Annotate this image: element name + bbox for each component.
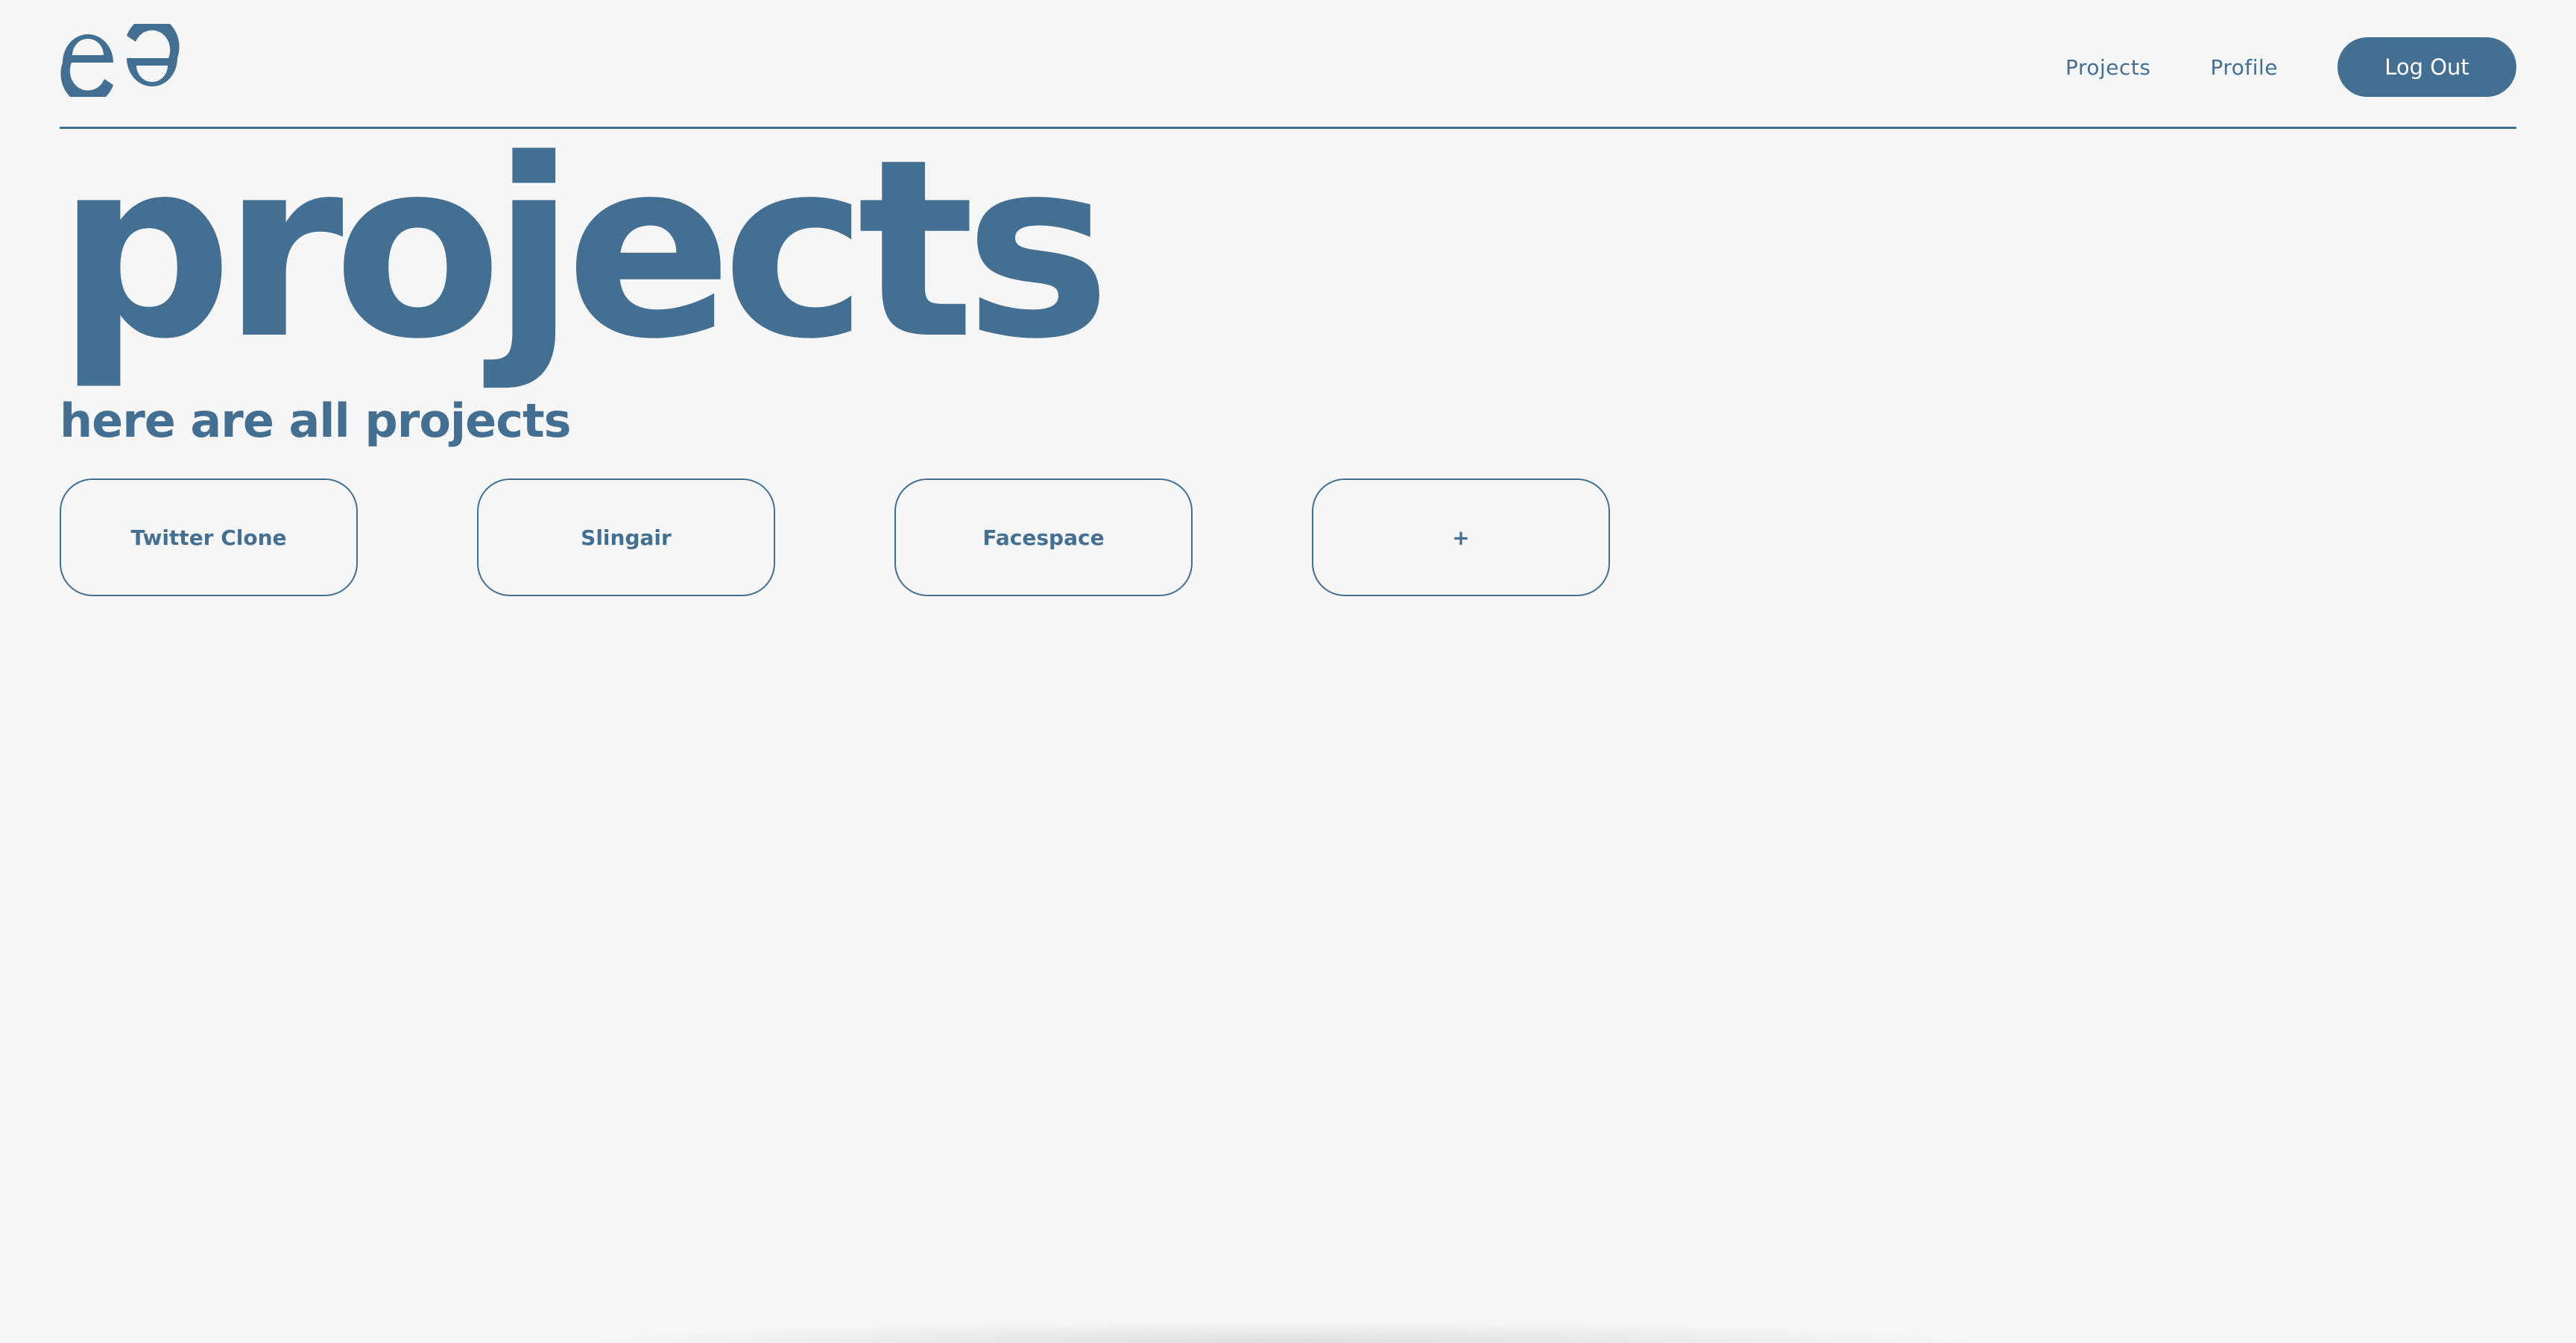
page-title: projects <box>57 107 1111 393</box>
ee-logo-icon[interactable] <box>60 24 180 97</box>
page: Projects Profile Log Out projects here a… <box>0 0 2576 1343</box>
main-nav: Projects Profile Log Out <box>2065 37 2516 97</box>
project-card-label: Slingair <box>581 525 672 550</box>
add-project-button[interactable]: + <box>1312 478 1610 596</box>
project-card-label: Twitter Clone <box>130 525 287 550</box>
bottom-shadow <box>566 1321 1998 1343</box>
logout-button[interactable]: Log Out <box>2337 37 2516 97</box>
nav-link-profile[interactable]: Profile <box>2210 55 2278 80</box>
plus-icon: + <box>1452 525 1470 550</box>
page-subtitle: here are all projects <box>60 394 572 448</box>
project-card-twitter-clone[interactable]: Twitter Clone <box>60 478 358 596</box>
project-card-slingair[interactable]: Slingair <box>477 478 775 596</box>
project-grid: Twitter Clone Slingair Facespace + <box>60 478 1729 596</box>
nav-link-projects[interactable]: Projects <box>2065 55 2150 80</box>
project-card-label: Facespace <box>982 525 1105 550</box>
project-card-facespace[interactable]: Facespace <box>894 478 1193 596</box>
